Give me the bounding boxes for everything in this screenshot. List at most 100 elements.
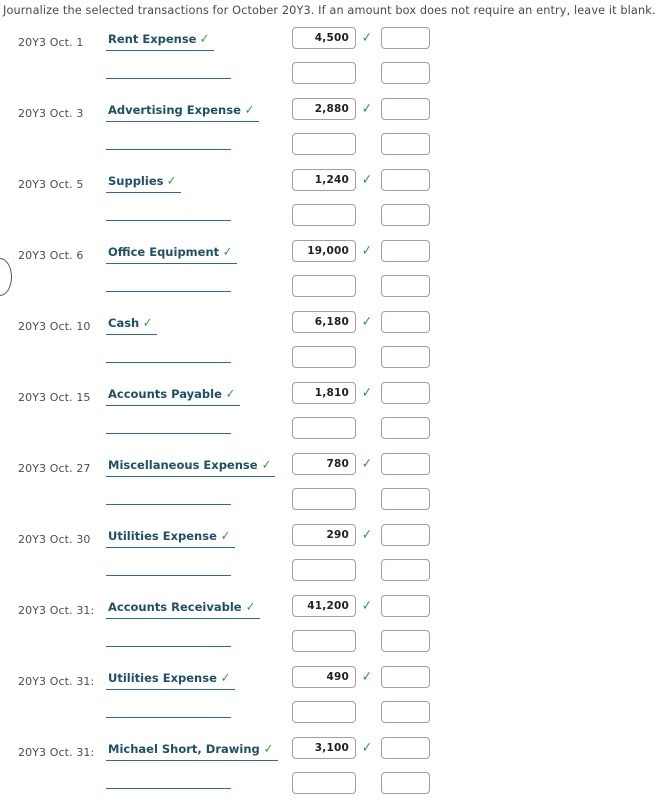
credit-amount-input[interactable] [381,27,430,49]
debit-amount-input[interactable]: 19,000 [292,240,356,262]
credit-account-field[interactable] [106,205,231,221]
credit-amount-input-2[interactable] [381,346,430,368]
credit-account-line [106,205,286,235]
credit-amount-input-2[interactable] [381,772,430,794]
amount-column: 1,240 ✓ [292,166,452,228]
credit-account-field[interactable] [106,560,231,576]
credit-amount-input[interactable] [381,666,430,688]
credit-account-field[interactable] [106,489,231,505]
credit-amount-input[interactable] [381,169,430,191]
debit-account-field[interactable]: Office Equipment ✓ [106,245,238,264]
credit-amount-input[interactable] [381,595,430,617]
credit-amount-input-2[interactable] [381,630,430,652]
debit-account-label: Accounts Payable [108,387,222,401]
debit-amount-input-2[interactable] [292,346,356,368]
credit-amount-input-2[interactable] [381,133,430,155]
debit-amount-input[interactable]: 1,240 [292,169,356,191]
debit-amount-input-2[interactable] [292,559,356,581]
credit-account-line [106,631,286,661]
debit-account-field[interactable]: Advertising Expense ✓ [106,103,259,122]
debit-amount-input-2[interactable] [292,62,356,84]
entry-date: 20Y3 Oct. 31: [18,604,95,617]
journal-entry-row: 20Y3 Oct. 1 Rent Expense ✓ 4,500 ✓ [0,24,667,95]
amount-row-second [292,417,452,448]
check-icon: ✓ [361,314,372,330]
credit-amount-input[interactable] [381,737,430,759]
credit-amount-input[interactable] [381,453,430,475]
check-icon: ✓ [222,245,233,260]
debit-amount-input-2[interactable] [292,275,356,297]
debit-amount-input-2[interactable] [292,630,356,652]
debit-account-field[interactable]: Utilities Expense ✓ [106,671,235,690]
check-icon: ✓ [200,32,210,47]
check-icon: ✓ [361,527,372,543]
debit-amount-input-2[interactable] [292,417,356,439]
check-icon: ✓ [225,387,236,402]
debit-amount-input[interactable]: 1,810 [292,382,356,404]
debit-amount-input[interactable]: 490 [292,666,356,688]
credit-account-line [106,134,286,164]
amount-column: 290 ✓ [292,521,452,583]
credit-account-line [106,347,286,377]
debit-amount-input[interactable]: 4,500 [292,27,356,49]
journal-entry-row: 20Y3 Oct. 10 Cash ✓ 6,180 ✓ [0,308,667,379]
check-icon: ✓ [361,172,372,188]
debit-amount-input[interactable]: 3,100 [292,737,356,759]
amount-row-first: 780 ✓ [292,453,452,484]
credit-amount-input[interactable] [381,382,430,404]
credit-account-field[interactable] [106,773,231,789]
debit-amount-input[interactable]: 290 [292,524,356,546]
debit-amount-input-2[interactable] [292,488,356,510]
credit-amount-input[interactable] [381,98,430,120]
credit-amount-input[interactable] [381,311,430,333]
credit-amount-input-2[interactable] [381,701,430,723]
debit-amount-input[interactable]: 2,880 [292,98,356,120]
credit-amount-input[interactable] [381,240,430,262]
credit-amount-input-2[interactable] [381,417,430,439]
debit-amount-input[interactable]: 41,200 [292,595,356,617]
amount-column: 19,000 ✓ [292,237,452,299]
debit-account-field[interactable]: Cash ✓ [106,316,158,335]
amount-row-second [292,62,452,93]
debit-account-label: Cash [108,316,140,330]
credit-account-field[interactable] [106,702,231,718]
debit-account-field[interactable]: Accounts Payable ✓ [106,387,240,406]
amount-row-first: 490 ✓ [292,666,452,697]
check-icon: ✓ [245,600,255,615]
amount-column: 780 ✓ [292,450,452,512]
debit-account-field[interactable]: Michael Short, Drawing ✓ [106,742,278,761]
amount-column: 1,810 ✓ [292,379,452,441]
debit-amount-input-2[interactable] [292,772,356,794]
debit-account-field[interactable]: Rent Expense ✓ [106,32,215,51]
amount-column: 4,500 ✓ [292,24,452,86]
credit-account-field[interactable] [106,134,231,150]
debit-account-field[interactable]: Supplies ✓ [106,174,182,193]
amount-column: 41,200 ✓ [292,592,452,654]
credit-account-field[interactable] [106,347,231,363]
debit-account-line: Office Equipment ✓ [106,241,286,271]
amount-row-first: 4,500 ✓ [292,27,452,58]
debit-amount-input-2[interactable] [292,701,356,723]
credit-amount-input[interactable] [381,524,430,546]
credit-amount-input-2[interactable] [381,62,430,84]
credit-amount-input-2[interactable] [381,559,430,581]
debit-amount-input[interactable]: 780 [292,453,356,475]
entry-date: 20Y3 Oct. 3 [18,107,84,120]
credit-account-line [106,560,286,590]
credit-account-field[interactable] [106,631,231,647]
debit-account-field[interactable]: Utilities Expense ✓ [106,529,235,548]
debit-amount-input-2[interactable] [292,204,356,226]
credit-amount-input-2[interactable] [381,204,430,226]
check-icon: ✓ [361,456,372,472]
credit-amount-input-2[interactable] [381,488,430,510]
debit-account-line: Michael Short, Drawing ✓ [106,738,286,768]
credit-account-field[interactable] [106,276,231,292]
debit-account-field[interactable]: Miscellaneous Expense ✓ [106,458,276,477]
debit-amount-input[interactable]: 6,180 [292,311,356,333]
credit-account-field[interactable] [106,418,231,434]
credit-amount-input-2[interactable] [381,275,430,297]
debit-amount-input-2[interactable] [292,133,356,155]
credit-account-field[interactable] [106,63,231,79]
debit-account-label: Accounts Receivable [108,600,242,614]
debit-account-field[interactable]: Accounts Receivable ✓ [106,600,260,619]
